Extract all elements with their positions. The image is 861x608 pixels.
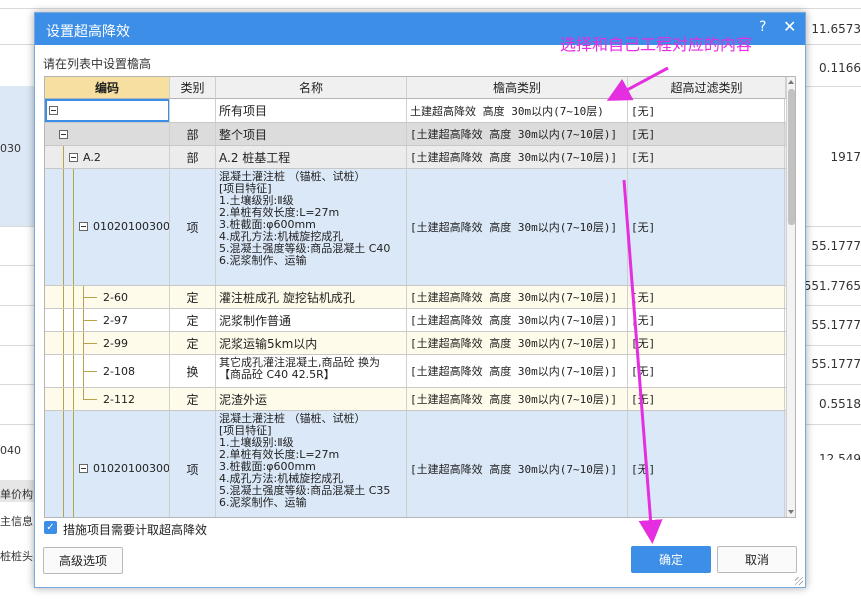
- annotation-arrow-down: [622, 179, 663, 544]
- annotation-arrow-up: [606, 66, 669, 101]
- annotation-arrows: [606, 66, 669, 544]
